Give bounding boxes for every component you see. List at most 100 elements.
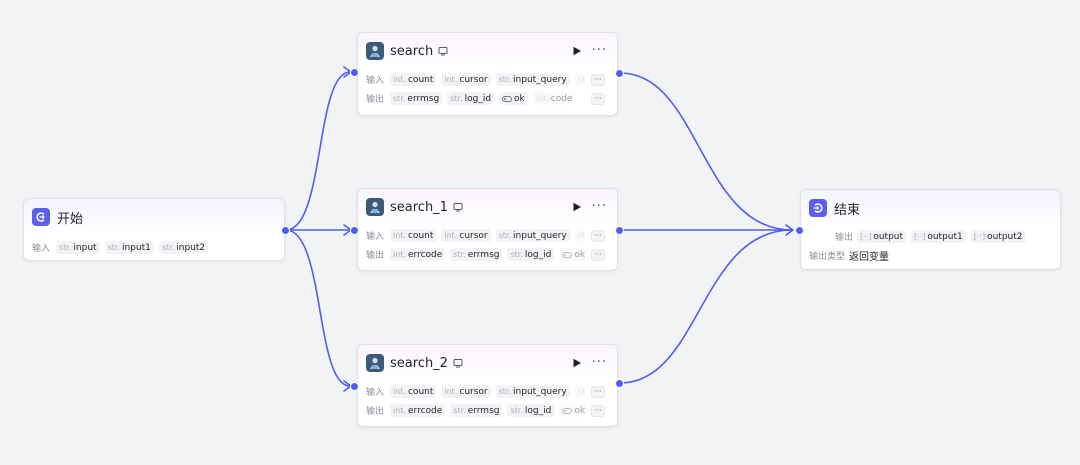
output-label: 输出 [366, 95, 385, 105]
search-outputs-row: 输出 int. errcode str. errmsg str. log_id ok [358, 401, 617, 420]
search-output-port[interactable] [615, 69, 624, 78]
search-node-title: search_1 [390, 199, 448, 215]
array-icon: [··] [973, 232, 986, 241]
search-node-header[interactable]: search_1 ··· [358, 189, 617, 225]
output-type-value: 返回变量 [849, 252, 889, 263]
more-icon[interactable]: ··· [592, 356, 607, 369]
plugin-badge-icon [453, 202, 463, 212]
param-tag: str. log_id [447, 92, 495, 105]
search-node-title: search [390, 43, 434, 59]
search-input-port[interactable] [350, 68, 359, 77]
param-tag: str. input2 [158, 241, 209, 254]
input-label: 输入 [366, 232, 385, 242]
param-tag: int. code [532, 92, 576, 105]
search-2-output-port[interactable] [615, 379, 624, 388]
search-1-input-port[interactable] [350, 226, 359, 235]
search-2-input-port[interactable] [350, 382, 359, 391]
search-inputs-row: 输入 int. count int. cursor str. input_query … [358, 226, 617, 245]
output-label: 输出 [366, 251, 385, 261]
search-inputs-row: 输入 int. count int. cursor str. input_query … [358, 70, 617, 89]
run-icon[interactable] [572, 358, 582, 368]
search-node-title: search_2 [390, 355, 448, 371]
boolean-icon [562, 407, 573, 414]
start-output-port[interactable] [281, 226, 290, 235]
plugin-badge-icon [453, 358, 463, 368]
boolean-icon [502, 95, 513, 102]
expand-outputs-button[interactable]: ··· [591, 93, 605, 105]
param-tag: str. log_id [507, 248, 555, 261]
start-icon [32, 208, 50, 226]
expand-outputs-button[interactable]: ··· [591, 249, 605, 261]
boolean-icon [562, 251, 573, 258]
param-tag: [··] output [857, 230, 907, 243]
end-icon [809, 199, 827, 217]
start-inputs-row: 输入 str. input str. input1 str. input2 [24, 238, 284, 257]
array-icon: [··] [914, 232, 926, 241]
param-tag: str. errmsg [450, 404, 503, 417]
param-tag: int. count [390, 385, 437, 398]
param-tag: str. input_query [495, 73, 570, 86]
end-node-header[interactable]: 结束 [801, 190, 1060, 226]
param-tag-truncated: str. [574, 73, 585, 86]
output-label: 输出 [366, 407, 385, 417]
edge-search-2-to-end [619, 229, 793, 384]
output-label: 输出 [834, 233, 853, 243]
param-tag: str. errmsg [450, 248, 503, 261]
param-tag: str. log_id [507, 404, 555, 417]
param-tag: str. input [56, 241, 100, 254]
search-node[interactable]: search ··· 输入 int. count int. cursor str. i… [357, 32, 618, 116]
param-tag: ok [559, 404, 589, 417]
param-tag: int. cursor [441, 73, 491, 86]
param-tag: int. count [390, 229, 437, 242]
param-tag: int. errcode [390, 404, 446, 417]
param-tag-truncated: str. [574, 229, 585, 242]
input-label: 输入 [366, 388, 385, 398]
edge-search-to-end [619, 72, 793, 231]
expand-inputs-button[interactable]: ··· [591, 230, 605, 242]
param-tag: int. cursor [441, 385, 491, 398]
param-tag: int. cursor [441, 229, 491, 242]
param-tag: [··] output2 [970, 230, 1026, 243]
end-node-title: 结束 [834, 202, 861, 218]
param-tag: str. errmsg [390, 92, 443, 105]
expand-inputs-button[interactable]: ··· [591, 74, 605, 86]
plugin-badge-icon [438, 46, 448, 56]
param-tag: str. input_query [495, 385, 570, 398]
param-tag: ok [559, 248, 589, 261]
plugin-icon [366, 42, 384, 60]
param-tag: str. input1 [104, 241, 154, 254]
start-node-title: 开始 [57, 211, 84, 227]
input-label: 输入 [366, 76, 385, 86]
output-type-label: 输出类型 [809, 252, 846, 262]
edge-start-to-search [285, 71, 351, 231]
param-tag: ok [499, 92, 528, 105]
end-input-port[interactable] [795, 226, 804, 235]
search-1-output-port[interactable] [615, 226, 624, 235]
param-tag: int. errcode [390, 248, 446, 261]
end-output-type-row: 输出类型 返回变量 [801, 246, 1060, 265]
search-node[interactable]: search_2 ··· 输入 int. count int. cursor str… [357, 344, 618, 427]
start-node-header[interactable]: 开始 [24, 199, 284, 235]
array-icon: [··] [860, 232, 872, 241]
search-outputs-row: 输出 str. errmsg str. log_id ok int. code [358, 89, 617, 108]
search-outputs-row: 输出 int. errcode str. errmsg str. log_id ok [358, 245, 617, 264]
param-tag: int. count [390, 73, 437, 86]
param-tag: [··] output1 [911, 230, 966, 243]
plugin-icon [366, 198, 384, 216]
search-node[interactable]: search_1 ··· 输入 int. count int. cursor str… [357, 188, 618, 271]
search-inputs-row: 输入 int. count int. cursor str. input_query … [358, 382, 617, 401]
end-node[interactable]: 结束 输出 [··] output [··] output1 [··] output2… [800, 189, 1061, 270]
plugin-icon [366, 354, 384, 372]
start-node[interactable]: 开始 输入 str. input str. input1 str. input2 [23, 198, 285, 261]
expand-outputs-button[interactable]: ··· [591, 405, 605, 417]
expand-inputs-button[interactable]: ··· [591, 386, 605, 398]
more-icon[interactable]: ··· [592, 44, 607, 57]
more-icon[interactable]: ··· [592, 200, 607, 213]
param-tag: str. input_query [495, 229, 570, 242]
search-node-header[interactable]: search ··· [358, 33, 617, 69]
input-label: 输入 [32, 244, 51, 254]
param-tag-truncated: str. [574, 385, 585, 398]
run-icon[interactable] [572, 46, 582, 56]
search-node-header[interactable]: search_2 ··· [358, 345, 617, 381]
run-icon[interactable] [572, 202, 582, 212]
